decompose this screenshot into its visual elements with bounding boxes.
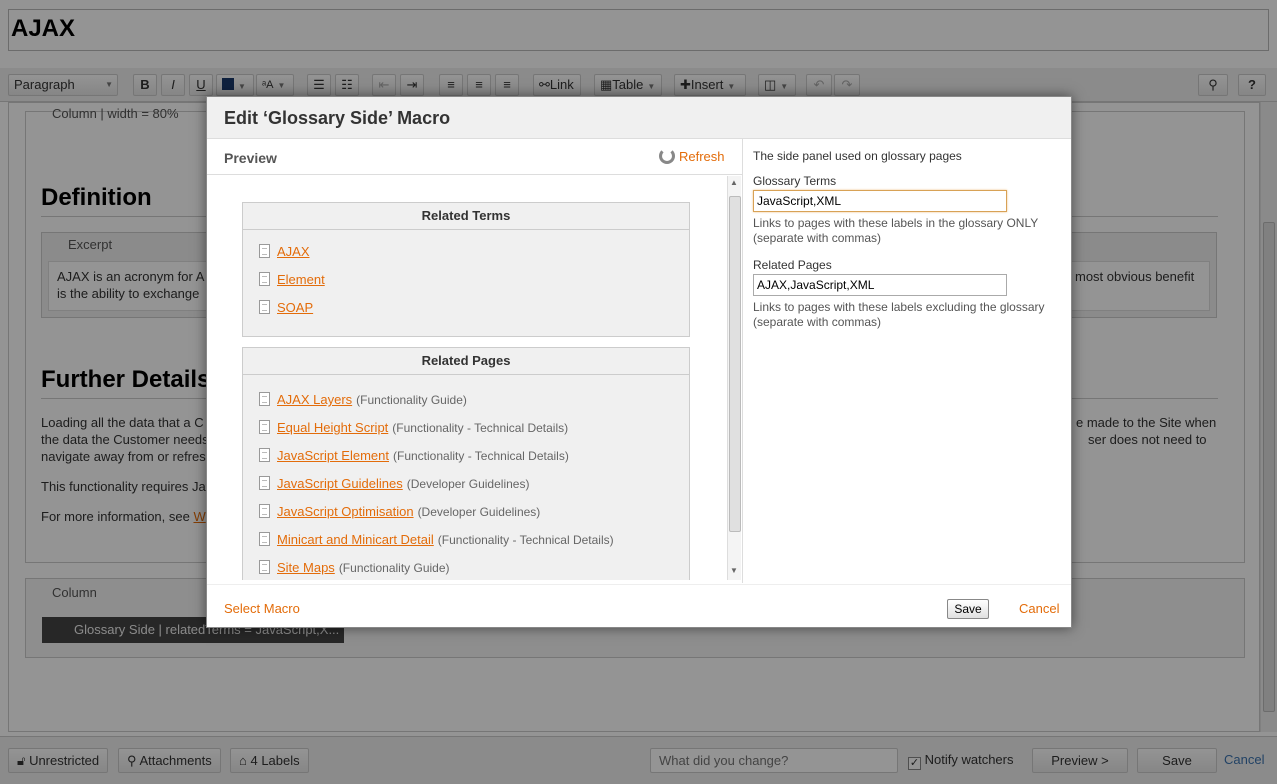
dialog-header: Edit ‘Glossary Side’ Macro — [207, 97, 1071, 139]
page-category: (Functionality Guide) — [338, 561, 450, 575]
macro-parameters: The side panel used on glossary pages Gl… — [753, 149, 1065, 342]
term-link[interactable]: SOAP — [277, 300, 313, 315]
page-icon — [259, 560, 270, 574]
preview-pane: Preview Refresh Related Terms AJAX Eleme… — [207, 139, 743, 583]
page-icon — [259, 532, 270, 546]
page-icon — [259, 448, 270, 462]
list-item: Equal Height Script (Functionality - Tech… — [243, 414, 689, 442]
dialog-footer: Select Macro Save Cancel — [207, 584, 1071, 628]
glossary-terms-help: Links to pages with these labels in the … — [753, 216, 1039, 245]
macro-dialog: Edit ‘Glossary Side’ Macro Preview Refre… — [206, 96, 1072, 628]
page-link[interactable]: JavaScript Guidelines — [277, 476, 403, 491]
related-pages-list: AJAX Layers (Functionality Guide) Equal H… — [243, 375, 689, 580]
related-terms-list: AJAX Element SOAP — [243, 230, 689, 322]
related-terms-header: Related Terms — [243, 203, 689, 230]
list-item: Element — [243, 266, 689, 294]
list-item: JavaScript Optimisation (Developer Guidel… — [243, 498, 689, 526]
related-pages-header: Related Pages — [243, 348, 689, 375]
related-pages-box: Related Pages AJAX Layers (Functionality … — [242, 347, 690, 580]
list-item: Minicart and Minicart Detail (Functionali… — [243, 526, 689, 554]
refresh-label: Refresh — [679, 149, 725, 164]
page-icon — [259, 244, 270, 258]
page-icon — [259, 272, 270, 286]
scroll-up-icon[interactable]: ▲ — [730, 178, 738, 187]
macro-description: The side panel used on glossary pages — [753, 149, 962, 163]
page-icon — [259, 420, 270, 434]
term-link[interactable]: AJAX — [277, 244, 310, 259]
related-pages-input[interactable] — [753, 274, 1007, 296]
term-link[interactable]: Element — [277, 272, 325, 287]
page-link[interactable]: JavaScript Element — [277, 448, 389, 463]
list-item: JavaScript Element (Functionality - Techn… — [243, 442, 689, 470]
related-pages-label: Related Pages — [753, 258, 832, 272]
glossary-terms-label: Glossary Terms — [753, 174, 837, 188]
preview-header: Preview Refresh — [207, 139, 742, 175]
page-category: (Functionality Guide) — [356, 393, 467, 407]
page-category: (Functionality - Technical Details) — [392, 421, 569, 435]
related-pages-help: Links to pages with these labels excludi… — [753, 300, 1045, 329]
dialog-cancel-link[interactable]: Cancel — [1019, 601, 1059, 616]
refresh-button[interactable]: Refresh — [659, 148, 725, 164]
page-icon — [259, 392, 270, 406]
scrollbar-thumb[interactable] — [729, 196, 741, 532]
page-link[interactable]: JavaScript Optimisation — [277, 504, 414, 519]
preview-scrollbar[interactable]: ▲ ▼ — [727, 176, 741, 580]
select-macro-link[interactable]: Select Macro — [224, 601, 300, 616]
related-terms-box: Related Terms AJAX Element SOAP — [242, 202, 690, 337]
list-item: JavaScript Guidelines (Developer Guidelin… — [243, 470, 689, 498]
page-link[interactable]: Site Maps — [277, 560, 335, 575]
preview-label: Preview — [224, 150, 277, 166]
page-category: (Developer Guidelines) — [406, 477, 530, 491]
page-link[interactable]: Minicart and Minicart Detail — [277, 532, 434, 547]
page-category: (Developer Guidelines) — [417, 505, 541, 519]
list-item: AJAX Layers (Functionality Guide) — [243, 386, 689, 414]
dialog-save-button[interactable]: Save — [947, 599, 989, 619]
list-item: Site Maps (Functionality Guide) — [243, 554, 689, 580]
list-item: AJAX — [243, 238, 689, 266]
glossary-terms-input[interactable] — [753, 190, 1007, 212]
scroll-down-icon[interactable]: ▼ — [730, 566, 738, 575]
page-link[interactable]: AJAX Layers — [277, 392, 352, 407]
page-category: (Functionality - Technical Details) — [437, 533, 614, 547]
dialog-title: Edit ‘Glossary Side’ Macro — [224, 108, 451, 128]
refresh-icon — [659, 148, 675, 164]
page-link[interactable]: Equal Height Script — [277, 420, 388, 435]
page-icon — [259, 504, 270, 518]
page-icon — [259, 300, 270, 314]
preview-content: Related Terms AJAX Element SOAP Related … — [207, 176, 725, 580]
page-icon — [259, 476, 270, 490]
page-category: (Functionality - Technical Details) — [393, 449, 569, 463]
list-item: SOAP — [243, 294, 689, 322]
